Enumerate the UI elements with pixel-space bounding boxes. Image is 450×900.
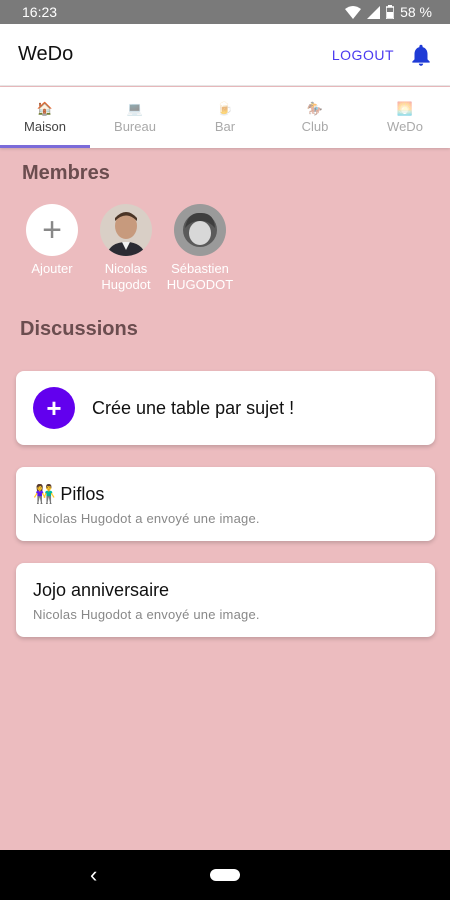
tab-bar: 🏠 Maison 💻 Bureau 🍺 Bar 🏇 Club 🌅 WeDo [0, 87, 450, 148]
discussion-item[interactable]: Jojo anniversaire Nicolas Hugodot a envo… [16, 563, 435, 637]
add-icon[interactable]: + [33, 387, 75, 429]
members-heading: Membres [22, 162, 110, 184]
status-bar: 16:23 58 % [0, 0, 450, 24]
tab-maison[interactable]: 🏠 Maison [0, 87, 90, 148]
discussion-subtitle: Nicolas Hugodot a envoyé une image. [33, 511, 260, 526]
avatar [174, 204, 226, 256]
signal-icon [367, 5, 381, 19]
horse-racing-icon: 🏇 [306, 100, 324, 116]
bell-icon[interactable] [408, 42, 434, 68]
members-list: + Ajouter Nicolas Hugodot Sébastien HUGODO… [20, 204, 233, 293]
member-item[interactable]: Sébastien HUGODOT [167, 204, 233, 293]
laptop-icon: 💻 [126, 100, 144, 116]
discussion-item[interactable]: 👫 Piflos Nicolas Hugodot a envoyé une im… [16, 467, 435, 541]
tab-wedo[interactable]: 🌅 WeDo [360, 87, 450, 148]
discussions-heading: Discussions [20, 318, 138, 340]
tab-bureau[interactable]: 💻 Bureau [90, 87, 180, 148]
create-table-card[interactable]: + Crée une table par sujet ! [16, 371, 435, 445]
avatar [100, 204, 152, 256]
house-icon: 🏠 [36, 100, 54, 116]
system-nav-bar: ‹ [0, 850, 450, 900]
status-time: 16:23 [22, 4, 58, 20]
beer-icon: 🍺 [216, 100, 234, 116]
discussion-title: Jojo anniversaire [33, 580, 170, 600]
add-avatar: + [26, 204, 78, 256]
member-name: Nicolas Hugodot [101, 261, 151, 292]
wifi-icon [345, 5, 362, 19]
tab-club[interactable]: 🏇 Club [270, 87, 360, 148]
tab-label: Maison [24, 118, 66, 134]
app-title: WeDo [18, 43, 74, 65]
tab-label: Club [301, 118, 329, 134]
plus-icon: + [42, 211, 62, 249]
add-member-button[interactable]: + Ajouter [20, 204, 84, 293]
app-bar: WeDo LOGOUT [0, 24, 450, 86]
logout-button[interactable]: LOGOUT [332, 47, 394, 63]
back-icon[interactable]: ‹ [90, 862, 97, 888]
tab-label: Bureau [114, 118, 156, 134]
home-pill[interactable] [210, 869, 240, 881]
add-member-label: Ajouter [31, 261, 73, 276]
battery-level: 58 % [400, 4, 432, 20]
tab-label: WeDo [387, 118, 423, 134]
status-icons: 58 % [345, 4, 432, 20]
member-name: Sébastien HUGODOT [166, 261, 234, 292]
tab-bar[interactable]: 🍺 Bar [180, 87, 270, 148]
member-item[interactable]: Nicolas Hugodot [94, 204, 158, 293]
discussion-subtitle: Nicolas Hugodot a envoyé une image. [33, 607, 260, 622]
sunrise-icon: 🌅 [396, 100, 414, 116]
tab-label: Bar [214, 118, 236, 134]
create-table-label: Crée une table par sujet ! [92, 397, 295, 418]
discussion-title: 👫 Piflos [33, 484, 105, 504]
battery-icon [386, 5, 395, 19]
